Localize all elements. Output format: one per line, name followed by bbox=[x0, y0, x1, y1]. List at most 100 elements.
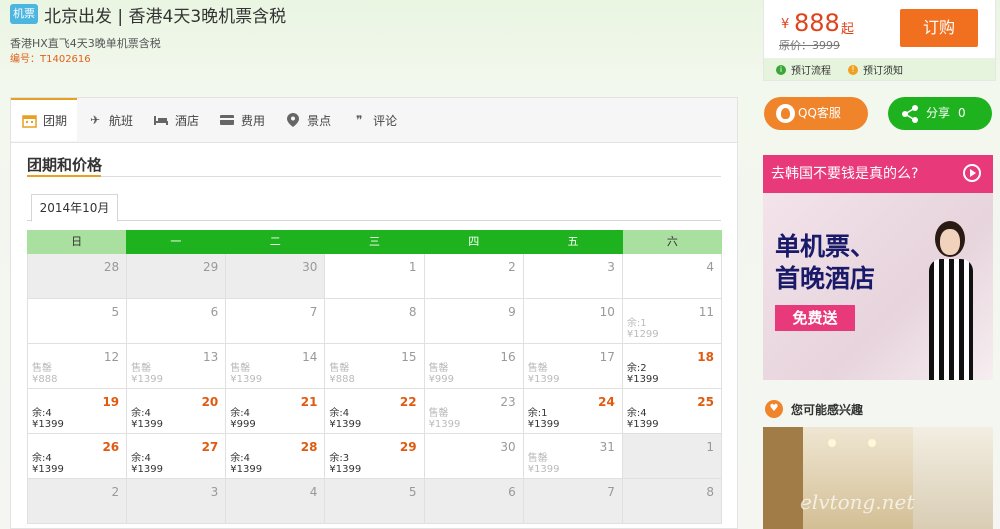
ad-banner[interactable]: 去韩国不要钱是真的么? 单机票、 首晚酒店 免费送 bbox=[763, 155, 993, 380]
day-price: ¥1399 bbox=[32, 464, 64, 475]
seats-left: 余:4 bbox=[32, 453, 52, 464]
day-price: ¥999 bbox=[428, 374, 455, 385]
weekday-header: 日 bbox=[27, 230, 127, 254]
tab-fees[interactable]: 费用 bbox=[209, 98, 275, 142]
calendar-day-cell: 10 bbox=[522, 299, 622, 344]
calendar-day-number: 22 bbox=[399, 395, 417, 409]
calendar-day-cell: 7 bbox=[225, 299, 325, 344]
watermark: elvtong.net bbox=[800, 490, 915, 514]
day-price: ¥1399 bbox=[131, 374, 163, 385]
tab-label: 景点 bbox=[307, 113, 332, 128]
weekday-header: 一 bbox=[126, 230, 226, 254]
calendar-day-cell: 28 bbox=[27, 254, 127, 299]
availability-status: 余:1 bbox=[626, 318, 647, 329]
tab-hotel[interactable]: 酒店 bbox=[143, 98, 209, 142]
warning-icon: ! bbox=[848, 64, 858, 75]
seats-left: 余:4 bbox=[131, 453, 151, 464]
original-price: 原价：3999 bbox=[779, 39, 840, 52]
section-title: 团期和价格 bbox=[27, 156, 103, 174]
calendar-week: 2 3 4 5 6 7 8 bbox=[27, 479, 722, 524]
availability-status: 售罄 bbox=[527, 363, 548, 374]
calendar-day-cell: 8 bbox=[324, 299, 424, 344]
calendar-day-cell[interactable]: 21 余:4 ¥999 bbox=[225, 389, 325, 434]
price-box: ¥ 888 起 原价：3999 订购 i 预订流程 ! 预订须知 bbox=[763, 0, 996, 81]
location-pin-icon bbox=[285, 113, 301, 127]
calendar-day-number: 23 bbox=[500, 395, 516, 409]
bed-icon bbox=[153, 113, 169, 127]
day-price: ¥1399 bbox=[131, 419, 163, 430]
calendar-day-number: 6 bbox=[210, 305, 219, 319]
calendar-day-cell[interactable]: 22 余:4 ¥1399 bbox=[324, 389, 424, 434]
calendar-day-cell[interactable]: 28 余:4 ¥1399 bbox=[225, 434, 325, 479]
calendar-day-cell: 16 售罄 ¥999 bbox=[423, 344, 523, 389]
price-suffix: 起 bbox=[841, 22, 855, 37]
calendar-day-number: 8 bbox=[408, 305, 417, 319]
ad-main-text: 单机票、 首晚酒店 bbox=[775, 231, 875, 295]
calendar-day-number: 26 bbox=[102, 440, 120, 454]
tab-reviews[interactable]: ❞ 评论 bbox=[341, 98, 407, 142]
calendar-day-number: 7 bbox=[607, 485, 615, 499]
price-value: 888 bbox=[794, 9, 840, 37]
calendar-day-cell: 5 bbox=[27, 299, 127, 344]
calendar-day-cell: 4 bbox=[225, 479, 325, 524]
calendar-day-cell: 8 bbox=[621, 479, 722, 524]
calendar-day-number: 29 bbox=[203, 260, 219, 274]
calendar-week: 19 余:4 ¥1399 20 余:4 ¥1399 21 余:4 ¥999 22 余:4 ¥1399 2… bbox=[27, 389, 722, 434]
availability-status: 售罄 bbox=[527, 453, 548, 464]
availability-status: 售罄 bbox=[428, 363, 449, 374]
tab-label: 评论 bbox=[373, 113, 398, 128]
tab-label: 团期 bbox=[43, 114, 68, 128]
tab-flight[interactable]: ✈ 航班 bbox=[77, 98, 143, 142]
seats-left: 余:2 bbox=[626, 363, 647, 374]
calendar-day-cell[interactable]: 24 余:1 ¥1399 bbox=[522, 389, 622, 434]
calendar-day-cell[interactable]: 19 余:4 ¥1399 bbox=[27, 389, 127, 434]
day-price: ¥1399 bbox=[527, 419, 560, 430]
calendar-day-number: 2 bbox=[508, 260, 516, 274]
calendar-day-number: 6 bbox=[508, 485, 516, 499]
month-tab[interactable]: 2014年10月 bbox=[31, 194, 118, 222]
booking-flow-link[interactable]: i 预订流程 bbox=[776, 62, 831, 77]
calendar-day-number: 25 bbox=[697, 395, 714, 409]
tab-attractions[interactable]: 景点 bbox=[275, 98, 341, 142]
availability-status: 售罄 bbox=[428, 408, 449, 419]
divider bbox=[27, 220, 721, 221]
weekday-header: 五 bbox=[523, 230, 623, 254]
day-price: ¥1399 bbox=[527, 374, 560, 385]
book-button[interactable]: 订购 bbox=[900, 9, 978, 47]
calendar-day-cell[interactable]: 20 余:4 ¥1399 bbox=[126, 389, 226, 434]
calendar-day-number: 11 bbox=[698, 305, 714, 319]
calendar-day-cell[interactable]: 25 余:4 ¥1399 bbox=[621, 389, 722, 434]
tab-schedule[interactable]: 团期 bbox=[11, 98, 78, 141]
calendar-day-number: 3 bbox=[607, 260, 615, 274]
calendar-day-cell: 1 bbox=[324, 254, 424, 299]
booking-notice-link[interactable]: ! 预订须知 bbox=[848, 62, 903, 77]
booking-notice-label: 预订须知 bbox=[863, 66, 903, 77]
calendar-day-number: 28 bbox=[300, 440, 318, 454]
calendar-day-cell: 15 售罄 ¥888 bbox=[324, 344, 424, 389]
calendar-day-cell: 7 bbox=[522, 479, 622, 524]
seats-left: 余:4 bbox=[230, 453, 251, 464]
calendar-day-number: 12 bbox=[103, 350, 120, 364]
day-price: ¥1399 bbox=[32, 419, 64, 430]
calendar-day-cell[interactable]: 18 余:2 ¥1399 bbox=[621, 344, 722, 389]
share-button[interactable]: 分享 0 bbox=[888, 97, 992, 130]
price-currency: ¥ bbox=[781, 17, 790, 32]
qq-service-button[interactable]: QQ客服 bbox=[764, 97, 868, 130]
calendar-day-cell[interactable]: 26 余:4 ¥1399 bbox=[27, 434, 127, 479]
ad-image: 单机票、 首晚酒店 免费送 bbox=[763, 193, 993, 380]
day-price: ¥1399 bbox=[329, 419, 362, 430]
calendar-day-number: 30 bbox=[302, 260, 318, 274]
calendar-day-cell[interactable]: 29 余:3 ¥1399 bbox=[324, 434, 424, 479]
calendar-day-number: 17 bbox=[599, 350, 615, 364]
share-label: 分享 bbox=[926, 106, 951, 120]
calendar-day-number: 16 bbox=[500, 350, 516, 364]
calendar-day-cell[interactable]: 27 余:4 ¥1399 bbox=[126, 434, 226, 479]
calendar-day-number: 2 bbox=[111, 485, 120, 499]
calendar-week: 28 29 30 1 2 3 4 bbox=[27, 254, 722, 299]
calendar-day-number: 7 bbox=[309, 305, 318, 319]
calendar-day-cell: 4 bbox=[621, 254, 722, 299]
day-price: ¥1399 bbox=[131, 464, 163, 475]
calendar-day-cell: 2 bbox=[423, 254, 523, 299]
calendar-day-cell: 2 bbox=[27, 479, 127, 524]
calendar-day-cell: 6 bbox=[126, 299, 226, 344]
